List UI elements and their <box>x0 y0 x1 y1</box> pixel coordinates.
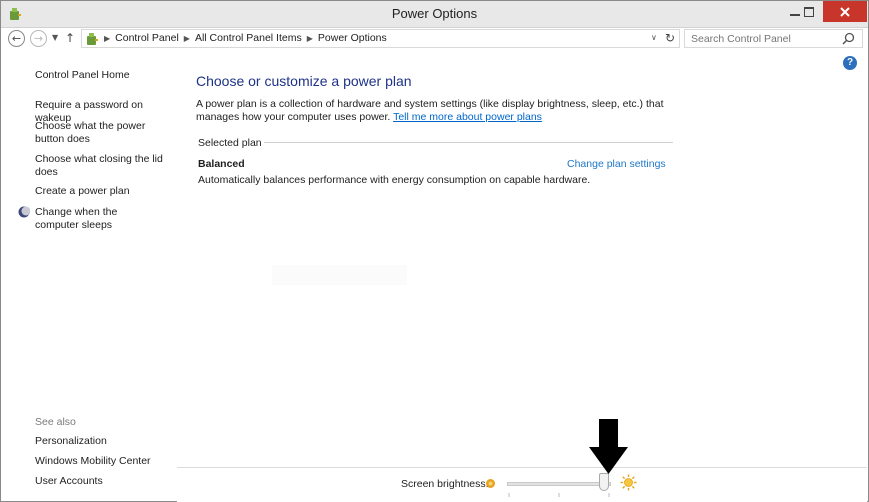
help-icon[interactable]: ? <box>843 56 857 70</box>
chevron-right-icon[interactable]: ▶ <box>307 34 313 43</box>
dim-sun-icon <box>486 479 495 488</box>
page-description: A power plan is a collection of hardware… <box>196 98 666 124</box>
close-button[interactable] <box>823 1 867 22</box>
tell-me-more-link[interactable]: Tell me more about power plans <box>393 111 542 123</box>
up-arrow-icon[interactable]: ↑ <box>65 31 75 45</box>
back-button[interactable]: ← <box>8 30 25 47</box>
maximize-icon <box>804 6 814 17</box>
search-icon[interactable] <box>842 32 855 45</box>
address-bar-row: ← → ▼ ↑ ▶ Control Panel ▶ All Control Panel… <box>1 28 868 50</box>
sidebar-item-create-plan[interactable]: Create a power plan <box>35 185 175 198</box>
page-title: Choose or customize a power plan <box>196 73 412 89</box>
arrow-down-annotation <box>589 419 628 474</box>
plan-name[interactable]: Balanced <box>198 158 245 170</box>
sleep-moon-icon <box>18 206 30 218</box>
title-bar: Power Options <box>1 1 868 28</box>
brightness-slider-ticks <box>508 493 610 497</box>
sidebar-item-closing-lid[interactable]: Choose what closing the lid does <box>35 153 163 179</box>
faded-button <box>272 265 407 285</box>
power-options-window: Power Options ← → ▼ ↑ ▶ Control Panel ▶ A <box>0 0 869 502</box>
chevron-down-icon[interactable]: ∨ <box>651 33 657 42</box>
brightness-slider-track[interactable] <box>507 482 611 486</box>
breadcrumb: ▶ Control Panel ▶ All Control Panel Items ▶ P… <box>104 32 387 44</box>
sidebar-item-power-button[interactable]: Choose what the power button does <box>35 120 177 146</box>
sidebar-item-mobility-center[interactable]: Windows Mobility Center <box>35 455 175 468</box>
breadcrumb-all-items[interactable]: All Control Panel Items <box>195 32 302 44</box>
chevron-right-icon: ▶ <box>104 34 111 43</box>
forward-button[interactable]: → <box>30 30 47 47</box>
sidebar-item-change-sleep[interactable]: Change when the computer sleeps <box>35 206 163 232</box>
change-plan-settings-link[interactable]: Change plan settings <box>567 158 666 170</box>
close-icon <box>840 6 850 17</box>
recent-locations-dropdown-icon[interactable]: ▼ <box>52 33 58 42</box>
plan-description: Automatically balances performance with … <box>198 174 591 186</box>
search-input[interactable] <box>691 31 831 46</box>
see-also-header: See also <box>35 416 76 428</box>
arrow-right-icon: → <box>33 32 44 45</box>
maximize-button[interactable] <box>796 1 822 22</box>
control-panel-icon <box>87 33 98 45</box>
sidebar-item-control-panel-home[interactable]: Control Panel Home <box>35 69 175 82</box>
sidebar-item-personalization[interactable]: Personalization <box>35 435 175 448</box>
window-title: Power Options <box>391 6 478 21</box>
address-box[interactable]: ▶ Control Panel ▶ All Control Panel Items ▶ P… <box>81 29 680 48</box>
refresh-icon[interactable]: ↻ <box>665 31 675 45</box>
breadcrumb-power-options[interactable]: Power Options <box>318 32 387 44</box>
arrow-left-icon: ← <box>11 32 22 45</box>
sidebar-item-user-accounts[interactable]: User Accounts <box>35 475 175 488</box>
breadcrumb-control-panel[interactable]: Control Panel <box>115 32 179 44</box>
selected-plan-divider <box>264 142 673 143</box>
chevron-right-icon[interactable]: ▶ <box>184 34 190 43</box>
screen-brightness-label: Screen brightness: <box>401 478 489 490</box>
selected-plan-label: Selected plan <box>198 137 262 149</box>
search-box[interactable] <box>684 29 863 48</box>
